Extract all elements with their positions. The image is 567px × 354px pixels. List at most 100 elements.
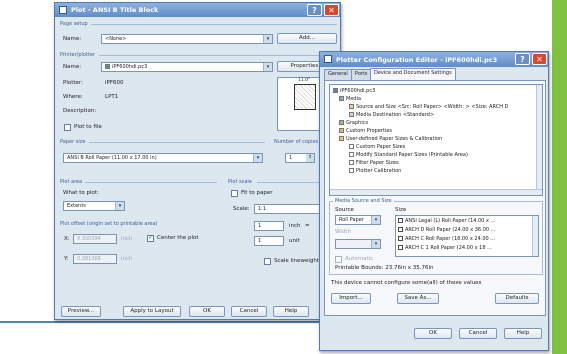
copies-value: 1 xyxy=(289,155,293,161)
spinner-icon[interactable]: ⇕ xyxy=(306,154,314,162)
tab-device-document-settings[interactable]: Device and Document Settings xyxy=(370,68,456,80)
fit-to-paper-label: Fit to paper xyxy=(241,190,273,196)
green-accent-bar xyxy=(552,0,567,354)
chevron-down-icon: ▾ xyxy=(371,216,380,224)
y-offset-input[interactable]: 0.381366 xyxy=(73,254,117,264)
help-button[interactable]: Help xyxy=(273,306,309,317)
tree-node-media[interactable]: Media xyxy=(339,96,361,102)
size-list-scrollbar[interactable] xyxy=(532,216,538,256)
tree-node-media-destination[interactable]: Media Destination <Standard> xyxy=(349,112,434,118)
paper-icon xyxy=(398,245,403,250)
page-setup-name-value: <None> xyxy=(105,36,127,42)
tab-general[interactable]: General xyxy=(324,69,352,80)
help-title-button[interactable]: ? xyxy=(515,53,530,65)
paper-size-select[interactable]: ANSI B Roll Paper (11.00 x 17.00 in) ▾ xyxy=(63,153,263,163)
tree-node-modify-standard[interactable]: Modify Standard Paper Sizes (Printable A… xyxy=(349,152,468,158)
app-icon xyxy=(59,6,67,14)
size-item[interactable]: ANSI Legal (L) Roll Paper (14.00 x ... xyxy=(398,218,495,224)
scale-inch-input[interactable]: 1 xyxy=(254,221,284,231)
x-offset-input[interactable]: 0.300394 xyxy=(73,234,117,244)
chevron-down-icon: ▾ xyxy=(253,154,262,162)
plot-dialog-title: Plot - ANSI B Title Block xyxy=(71,6,159,14)
tree-node-plotter-calibration[interactable]: Plotter Calibration xyxy=(349,168,401,174)
x-offset-value: 0.300394 xyxy=(77,236,101,242)
printer-name-select[interactable]: iPF600hdi.pc3 ▾ xyxy=(101,62,273,72)
tree-horizontal-scrollbar[interactable] xyxy=(330,189,542,195)
properties-icon xyxy=(339,128,344,133)
where-value: LPT1 xyxy=(105,94,119,100)
divider xyxy=(91,24,337,25)
settings-panel: iPF600hdi.pc3 Media Source and Size <Src… xyxy=(324,80,546,316)
automatic-label: Automatic xyxy=(345,256,374,262)
width-label: Width xyxy=(335,229,351,235)
tree-node-filter-paper-sizes[interactable]: Filter Paper Sizes xyxy=(349,160,399,166)
divider xyxy=(99,55,337,56)
size-item[interactable]: ARCH C Roll Paper (18.00 x 24.00 ... xyxy=(398,236,495,242)
center-plot-checkbox[interactable] xyxy=(147,234,154,242)
help-button[interactable]: Help xyxy=(504,328,542,339)
center-plot-label: Center the plot xyxy=(157,235,199,241)
printer-name-value: iPF600hdi.pc3 xyxy=(112,64,148,70)
defaults-button[interactable]: Defaults xyxy=(495,293,539,304)
destination-icon xyxy=(349,112,354,117)
tree-vertical-scrollbar[interactable] xyxy=(536,85,542,195)
scale-lineweights-label: Scale lineweights xyxy=(274,258,322,264)
automatic-checkbox[interactable] xyxy=(335,256,342,263)
media-group-label: Media Source and Size xyxy=(333,198,394,204)
plotter-config-title: Plotter Configuration Editor - iPF600hdi… xyxy=(336,56,498,64)
equals-sign: = xyxy=(305,223,310,229)
scale-lineweights-checkbox[interactable] xyxy=(264,258,271,265)
size-item[interactable]: ARCH C 1 Roll Paper (24.00 x 18 ... xyxy=(398,245,492,251)
save-as-button[interactable]: Save As... xyxy=(397,293,439,304)
tree-node-user-defined[interactable]: User-defined Paper Sizes & Calibration xyxy=(339,136,442,142)
tree-node-graphics[interactable]: Graphics xyxy=(339,120,368,126)
paper-icon xyxy=(349,152,354,157)
width-select[interactable]: ▾ xyxy=(335,239,381,249)
copies-input[interactable]: 1 ⇕ xyxy=(285,153,315,163)
tree-node-custom-paper-sizes[interactable]: Custom Paper Sizes xyxy=(349,144,405,150)
plot-to-file-checkbox[interactable] xyxy=(64,124,71,131)
plotter-config-titlebar[interactable]: Plotter Configuration Editor - iPF600hdi… xyxy=(320,52,548,67)
apply-to-layout-button[interactable]: Apply to Layout xyxy=(123,306,181,317)
what-to-plot-value: Extents xyxy=(67,203,86,209)
what-to-plot-select[interactable]: Extents ▾ xyxy=(63,201,125,211)
paper-icon xyxy=(349,104,354,109)
plot-area-section: Plot area xyxy=(60,179,83,185)
x-label: X: xyxy=(64,236,70,242)
help-title-button[interactable]: ? xyxy=(307,4,322,16)
source-select[interactable]: Roll Paper ▾ xyxy=(335,215,381,225)
add-button[interactable]: Add... xyxy=(277,33,337,44)
scale-inch-value: 1 xyxy=(258,223,262,229)
tree-node-custom-properties[interactable]: Custom Properties xyxy=(339,128,392,134)
tab-ports[interactable]: Ports xyxy=(351,69,372,80)
import-button[interactable]: Import... xyxy=(331,293,371,304)
cancel-button[interactable]: Cancel xyxy=(231,306,267,317)
chevron-down-icon: ▾ xyxy=(115,202,124,210)
app-icon xyxy=(324,55,332,63)
page-setup-name-select[interactable]: <None> ▾ xyxy=(101,34,273,44)
copies-section: Number of copies xyxy=(274,139,319,145)
size-item[interactable]: ARCH D Roll Paper (24.00 x 36.00 ... xyxy=(398,227,495,233)
scale-unit-label: unit xyxy=(289,238,300,244)
size-list[interactable]: ANSI Legal (L) Roll Paper (14.00 x ... A… xyxy=(395,215,539,257)
scale-unit-input[interactable]: 1 xyxy=(254,236,284,246)
chevron-down-icon: ▾ xyxy=(263,35,272,43)
ok-button[interactable]: OK xyxy=(189,306,225,317)
plot-dialog-titlebar[interactable]: Plot - ANSI B Title Block xyxy=(55,3,340,17)
divider xyxy=(89,142,265,143)
scale-value: 1:1 xyxy=(258,206,267,212)
graphics-icon xyxy=(339,120,344,125)
fit-to-paper-checkbox[interactable] xyxy=(231,190,238,197)
cancel-button[interactable]: Cancel xyxy=(459,328,497,339)
tree-node-source-size[interactable]: Source and Size <Src: Roll Paper> <Width… xyxy=(349,104,508,110)
sheet-preview xyxy=(294,84,316,110)
close-title-button[interactable]: ✕ xyxy=(324,4,339,16)
preview-button[interactable]: Preview... xyxy=(61,306,101,317)
printer-name-label: Name: xyxy=(63,64,82,70)
scale-inch-unit: inch xyxy=(289,223,301,229)
close-title-button[interactable]: ✕ xyxy=(532,53,547,65)
ok-button[interactable]: OK xyxy=(414,328,452,339)
settings-tree[interactable]: iPF600hdi.pc3 Media Source and Size <Src… xyxy=(329,84,543,196)
size-label: Size xyxy=(395,207,407,213)
tree-node-root[interactable]: iPF600hdi.pc3 xyxy=(333,88,375,94)
